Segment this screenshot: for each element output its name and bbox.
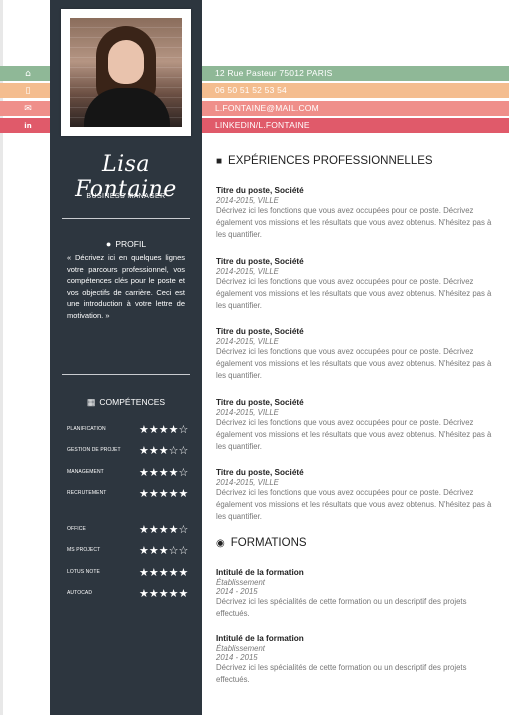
skill-rating-stars: ★★★★☆: [139, 466, 189, 479]
phone-icon: ▯: [25, 85, 31, 96]
skill-row: GESTION DE PROJET ★★★☆☆: [67, 444, 195, 459]
experience-entry: Titre du poste, Société 2014-2015, VILLE…: [216, 326, 498, 382]
formations-heading: ◉ FORMATIONS: [216, 537, 307, 549]
formation-entry: Intitulé de la formation Établissement 2…: [216, 567, 498, 620]
linkedin-icon: in: [24, 121, 32, 130]
skill-row: LOTUS NOTE ★★★★★: [67, 566, 195, 581]
contact-linkedin[interactable]: LINKEDIN/L.FONTAINE: [215, 118, 310, 133]
skill-name: OFFICE: [67, 526, 86, 532]
formation-desc: Décrivez ici les spécialités de cette fo…: [216, 597, 467, 618]
skill-name: LOTUS NOTE: [67, 569, 100, 575]
skill-row: OFFICE ★★★★☆: [67, 523, 195, 538]
home-icon: ⌂: [25, 68, 31, 79]
skill-rating-stars: ★★★☆☆: [139, 444, 189, 457]
skill-rating-stars: ★★★★★: [139, 587, 189, 600]
skill-rating-stars: ★★★☆☆: [139, 544, 189, 557]
profil-heading: ● PROFIL: [50, 239, 202, 249]
experience-entry: Titre du poste, Société 2014-2015, VILLE…: [216, 185, 498, 241]
profil-heading-label: PROFIL: [115, 239, 147, 249]
skill-row: AUTOCAD ★★★★★: [67, 587, 195, 602]
experience-desc: Décrivez ici les fonctions que vous avez…: [216, 418, 492, 451]
formation-title: Intitulé de la formation: [216, 634, 304, 643]
experience-title: Titre du poste, Société: [216, 327, 304, 336]
experience-title: Titre du poste, Société: [216, 186, 304, 195]
profile-photo: [70, 18, 182, 127]
experience-desc: Décrivez ici les fonctions que vous avez…: [216, 206, 492, 239]
contact-phone[interactable]: 06 50 51 52 53 54: [215, 83, 287, 98]
location-pin-icon: ◉: [216, 537, 225, 549]
skill-name: MANAGEMENT: [67, 469, 104, 475]
skill-name: AUTOCAD: [67, 590, 93, 596]
experience-date: 2014-2015, VILLE: [216, 196, 279, 205]
formation-school: Établissement: [216, 644, 265, 653]
contact-email[interactable]: L.FONTAINE@MAIL.COM: [215, 101, 319, 116]
experience-desc: Décrivez ici les fonctions que vous avez…: [216, 277, 492, 310]
experience-title: Titre du poste, Société: [216, 468, 304, 477]
formation-date: 2014 - 2015: [216, 587, 258, 596]
formation-school: Établissement: [216, 578, 265, 587]
mail-icon: ✉: [24, 103, 32, 114]
skill-row: MS PROJECT ★★★☆☆: [67, 544, 195, 559]
briefcase-icon: ■: [216, 155, 223, 167]
skill-rating-stars: ★★★★☆: [139, 423, 189, 436]
experience-date: 2014-2015, VILLE: [216, 408, 279, 417]
skill-name: MS PROJECT: [67, 547, 101, 553]
experience-date: 2014-2015, VILLE: [216, 267, 279, 276]
experience-title: Titre du poste, Société: [216, 257, 304, 266]
sidebar-divider: [62, 374, 190, 375]
formations-heading-label: FORMATIONS: [230, 537, 307, 549]
skill-rating-stars: ★★★★☆: [139, 523, 189, 536]
formation-date: 2014 - 2015: [216, 653, 258, 662]
skill-name: RECRUTEMENT: [67, 490, 107, 496]
skill-rating-stars: ★★★★★: [139, 487, 189, 500]
skill-name: PLANIFICATION: [67, 426, 106, 432]
skill-rating-stars: ★★★★★: [139, 566, 189, 579]
profil-text: « Décrivez ici en quelques lignes votre …: [67, 253, 185, 320]
formation-desc: Décrivez ici les spécialités de cette fo…: [216, 663, 467, 684]
experience-entry: Titre du poste, Société 2014-2015, VILLE…: [216, 256, 498, 312]
skill-row: PLANIFICATION ★★★★☆: [67, 423, 195, 438]
competences-heading: ▦ COMPÉTENCES: [50, 397, 202, 408]
experience-entry: Titre du poste, Société 2014-2015, VILLE…: [216, 397, 498, 453]
experience-desc: Décrivez ici les fonctions que vous avez…: [216, 347, 492, 380]
experience-title: Titre du poste, Société: [216, 398, 304, 407]
profile-photo-frame: [61, 9, 191, 136]
formation-entry: Intitulé de la formation Établissement 2…: [216, 633, 498, 686]
experiences-heading: ■ EXPÉRIENCES PROFESSIONNELLES: [216, 155, 433, 167]
competences-heading-label: COMPÉTENCES: [99, 397, 166, 407]
sidebar-divider: [62, 218, 190, 219]
experience-desc: Décrivez ici les fonctions que vous avez…: [216, 488, 492, 521]
skill-row: RECRUTEMENT ★★★★★: [67, 487, 195, 502]
skill-row: MANAGEMENT ★★★★☆: [67, 466, 195, 481]
formation-title: Intitulé de la formation: [216, 568, 304, 577]
experience-date: 2014-2015, VILLE: [216, 478, 279, 487]
candidate-role: BUSINESS MANAGER: [86, 193, 166, 200]
skill-name: GESTION DE PROJET: [67, 447, 121, 453]
experiences-heading-label: EXPÉRIENCES PROFESSIONNELLES: [228, 155, 433, 167]
grid-icon: ▦: [86, 397, 96, 407]
experience-entry: Titre du poste, Société 2014-2015, VILLE…: [216, 467, 498, 523]
user-icon: ●: [105, 239, 112, 249]
experience-date: 2014-2015, VILLE: [216, 337, 279, 346]
contact-address[interactable]: 12 Rue Pasteur 75012 PARIS: [215, 66, 333, 81]
